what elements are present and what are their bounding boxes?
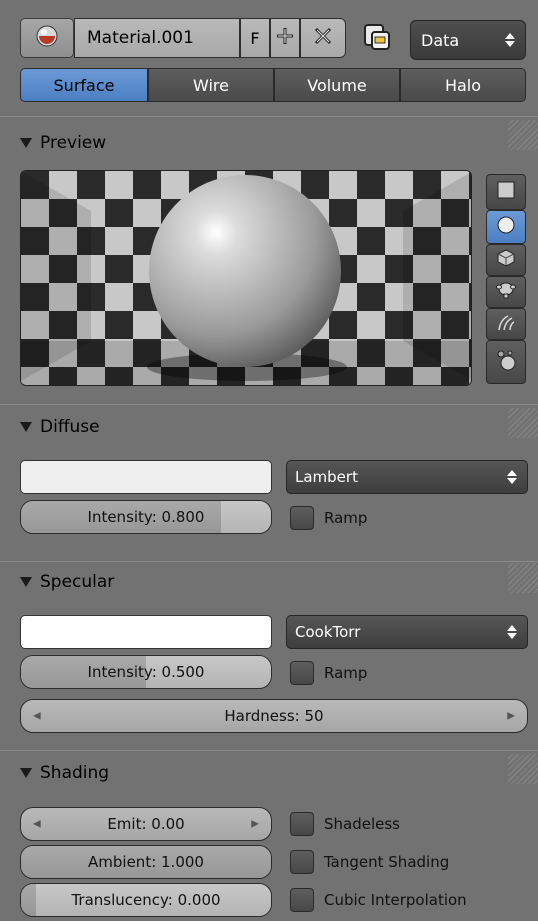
specular-shader-dropdown[interactable]: CookTorr: [286, 615, 528, 649]
preview-title: Preview: [40, 133, 107, 153]
specular-panel-header[interactable]: Specular: [10, 567, 430, 597]
specular-title: Specular: [40, 572, 115, 592]
collapse-triangle-icon: [20, 138, 32, 148]
checkbox-box: [290, 888, 314, 912]
preview-viewport: [20, 170, 472, 386]
specular-color-swatch[interactable]: [20, 615, 272, 649]
cube-icon: [497, 249, 515, 271]
specular-ramp-checkbox[interactable]: Ramp: [290, 660, 490, 686]
panel-grip-icon[interactable]: [508, 408, 538, 438]
preview-cube-button[interactable]: [486, 244, 526, 276]
collapse-triangle-icon: [20, 422, 32, 432]
tangent-shading-checkbox[interactable]: Tangent Shading: [290, 849, 530, 875]
preview-monkey-button[interactable]: [486, 276, 526, 308]
copy-link-button[interactable]: [360, 22, 394, 56]
updown-icon: [507, 470, 517, 484]
shadeless-label: Shadeless: [324, 815, 400, 833]
cubic-interpolation-checkbox[interactable]: Cubic Interpolation: [290, 887, 534, 913]
material-sphere-icon: [35, 24, 59, 52]
link-dropdown-value: Data: [421, 30, 460, 50]
tab-volume[interactable]: Volume: [274, 68, 400, 102]
panel-grip-icon[interactable]: [508, 563, 538, 593]
diffuse-intensity-slider[interactable]: Intensity: 0.800: [20, 500, 272, 534]
link-dropdown[interactable]: Data: [410, 20, 526, 60]
diffuse-title: Diffuse: [40, 417, 100, 437]
shading-title: Shading: [40, 763, 110, 783]
checkbox-box: [290, 661, 314, 685]
updown-icon: [505, 33, 515, 47]
diffuse-ramp-checkbox[interactable]: Ramp: [290, 505, 490, 531]
plus-icon: [275, 26, 295, 50]
shadeless-checkbox[interactable]: Shadeless: [290, 811, 530, 837]
specular-intensity-label: Intensity: 0.500: [87, 663, 205, 681]
tab-volume-label: Volume: [307, 75, 367, 95]
translucency-slider[interactable]: Translucency: 0.000: [20, 883, 272, 917]
collapse-triangle-icon: [20, 768, 32, 778]
preview-hair-button[interactable]: [486, 308, 526, 340]
specular-shader-value: CookTorr: [295, 623, 361, 641]
emit-field[interactable]: ◀ Emit: 0.00 ▶: [20, 807, 272, 841]
updown-icon: [507, 625, 517, 639]
checkbox-box: [290, 812, 314, 836]
decrement-arrow-icon[interactable]: ◀: [33, 819, 41, 830]
specular-hardness-label: Hardness: 50: [224, 707, 324, 725]
diffuse-intensity-rest: [221, 501, 271, 533]
tab-surface[interactable]: Surface: [20, 68, 148, 102]
preview-separator: [0, 116, 538, 117]
panel-grip-icon[interactable]: [508, 754, 538, 784]
panel-grip-icon[interactable]: [508, 120, 538, 150]
new-material-button[interactable]: [270, 18, 300, 58]
diffuse-separator: [0, 404, 538, 405]
diffuse-shader-dropdown[interactable]: Lambert: [286, 460, 528, 494]
hair-icon: [496, 313, 516, 335]
diffuse-intensity-label: Intensity: 0.800: [87, 508, 205, 526]
increment-arrow-icon[interactable]: ▶: [251, 819, 259, 830]
ambient-label: Ambient: 1.000: [88, 853, 204, 871]
preview-render: [21, 171, 471, 385]
preview-sphere-sky-button[interactable]: [486, 340, 526, 384]
checkbox-box: [290, 850, 314, 874]
tab-wire-label: Wire: [193, 75, 229, 95]
tangent-label: Tangent Shading: [324, 853, 450, 871]
tab-halo-label: Halo: [444, 75, 482, 95]
flat-icon: [497, 181, 515, 203]
emit-label: Emit: 0.00: [107, 815, 185, 833]
specular-hardness-field[interactable]: ◀ Hardness: 50 ▶: [20, 699, 528, 733]
cubic-label: Cubic Interpolation: [324, 891, 467, 909]
copy-icon: [362, 22, 392, 56]
material-name-text: Material.001: [87, 28, 194, 48]
monkey-icon: [496, 281, 516, 303]
sphere-sky-icon: [495, 349, 517, 375]
specular-ramp-label: Ramp: [324, 664, 368, 682]
shading-panel-header[interactable]: Shading: [10, 758, 430, 788]
diffuse-ramp-label: Ramp: [324, 509, 368, 527]
specular-intensity-slider[interactable]: Intensity: 0.500: [20, 655, 272, 689]
specular-separator: [0, 561, 538, 562]
preview-sphere-button[interactable]: [486, 210, 526, 244]
translucency-label: Translucency: 0.000: [71, 891, 221, 909]
collapse-triangle-icon: [20, 577, 32, 587]
decrement-arrow-icon[interactable]: ◀: [33, 711, 41, 722]
diffuse-panel-header[interactable]: Diffuse: [10, 412, 430, 442]
x-icon: [313, 26, 333, 50]
preview-flat-button[interactable]: [486, 174, 526, 210]
material-browse-button[interactable]: [20, 18, 74, 58]
diffuse-shader-value: Lambert: [295, 468, 358, 486]
sphere-icon: [496, 215, 516, 239]
fake-user-button[interactable]: F: [240, 18, 270, 58]
shading-separator: [0, 750, 538, 751]
unlink-material-button[interactable]: [300, 18, 346, 58]
checkbox-box: [290, 506, 314, 530]
material-name-field[interactable]: Material.001: [74, 18, 240, 58]
fake-user-label: F: [250, 28, 260, 48]
tab-halo[interactable]: Halo: [400, 68, 526, 102]
diffuse-color-swatch[interactable]: [20, 460, 272, 494]
preview-panel-header[interactable]: Preview: [10, 128, 430, 158]
tab-wire[interactable]: Wire: [148, 68, 274, 102]
increment-arrow-icon[interactable]: ▶: [507, 711, 515, 722]
ambient-slider[interactable]: Ambient: 1.000: [20, 845, 272, 879]
translucency-fill: [21, 884, 36, 916]
tab-surface-label: Surface: [53, 75, 115, 95]
